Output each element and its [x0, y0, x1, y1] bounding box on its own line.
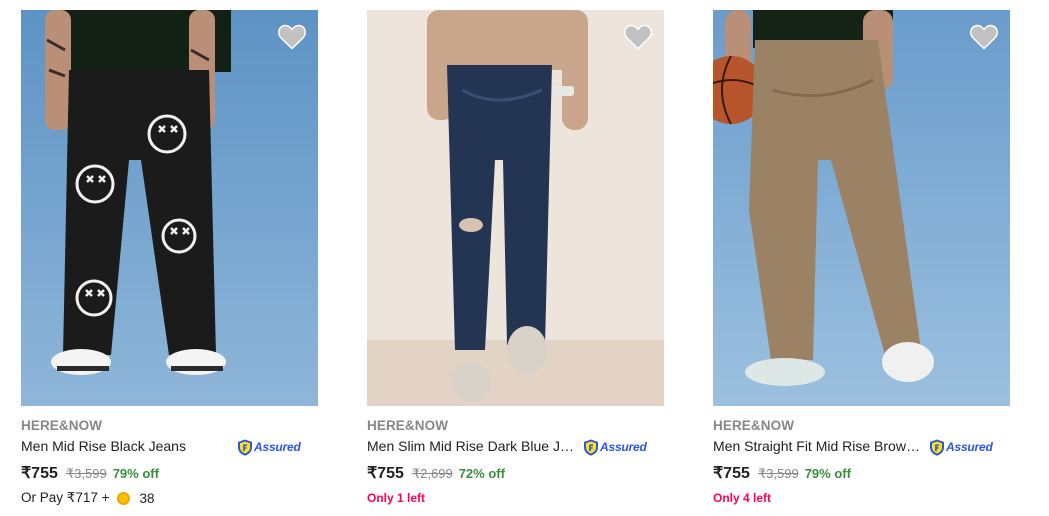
product-photo	[713, 10, 1010, 406]
discount-label: 72% off	[458, 466, 505, 481]
coin-count: 38	[139, 490, 155, 506]
product-title[interactable]: Men Slim Mid Rise Dark Blue Je...	[367, 438, 579, 454]
stock-left-label: Only 4 left	[713, 491, 772, 505]
discount-label: 79% off	[112, 466, 159, 481]
assured-label: Assured	[254, 440, 301, 454]
selling-price: ₹755	[367, 465, 404, 482]
product-title[interactable]: Men Straight Fit Mid Rise Brown ...	[713, 438, 925, 454]
product-card[interactable]: HERE&NOW Men Slim Mid Rise Dark Blue Je.…	[367, 10, 664, 516]
supercoin-offer: Or Pay ₹717 + 38	[21, 490, 155, 506]
selling-price: ₹755	[713, 465, 750, 482]
product-grid: HERE&NOW Men Mid Rise Black Jeans Assure…	[0, 0, 1049, 516]
assured-badge: Assured	[237, 438, 301, 456]
assured-shield-icon	[238, 439, 252, 456]
product-photo	[367, 10, 664, 406]
price-row: ₹755 ₹3,599 79% off	[21, 463, 159, 483]
assured-shield-icon	[930, 439, 944, 456]
wishlist-heart-icon[interactable]	[970, 24, 998, 50]
product-brand: HERE&NOW	[713, 418, 795, 433]
product-card[interactable]: HERE&NOW Men Mid Rise Black Jeans Assure…	[21, 10, 318, 516]
product-image[interactable]	[21, 10, 318, 406]
price-row: ₹755 ₹2,699 72% off	[367, 463, 505, 483]
assured-label: Assured	[946, 440, 993, 454]
assured-badge: Assured	[583, 438, 647, 456]
product-brand: HERE&NOW	[367, 418, 449, 433]
product-photo	[21, 10, 318, 406]
product-image[interactable]	[713, 10, 1010, 406]
supercoin-icon	[116, 491, 130, 505]
original-price: ₹3,599	[65, 466, 107, 481]
discount-label: 79% off	[804, 466, 851, 481]
product-brand: HERE&NOW	[21, 418, 103, 433]
title-row: Men Straight Fit Mid Rise Brown ... Assu…	[713, 438, 1010, 456]
product-image[interactable]	[367, 10, 664, 406]
price-row: ₹755 ₹3,599 79% off	[713, 463, 851, 483]
title-row: Men Slim Mid Rise Dark Blue Je... Assure…	[367, 438, 664, 456]
selling-price: ₹755	[21, 465, 58, 482]
original-price: ₹2,699	[411, 466, 453, 481]
title-row: Men Mid Rise Black Jeans Assured	[21, 438, 318, 456]
assured-label: Assured	[600, 440, 647, 454]
wishlist-heart-icon[interactable]	[278, 24, 306, 50]
wishlist-heart-icon[interactable]	[624, 24, 652, 50]
assured-shield-icon	[584, 439, 598, 456]
stock-left-label: Only 1 left	[367, 491, 426, 505]
pay-with-coins-text: Or Pay ₹717 +	[21, 490, 110, 505]
product-title[interactable]: Men Mid Rise Black Jeans	[21, 438, 231, 454]
product-card[interactable]: HERE&NOW Men Straight Fit Mid Rise Brown…	[713, 10, 1010, 516]
original-price: ₹3,599	[757, 466, 799, 481]
assured-badge: Assured	[929, 438, 993, 456]
